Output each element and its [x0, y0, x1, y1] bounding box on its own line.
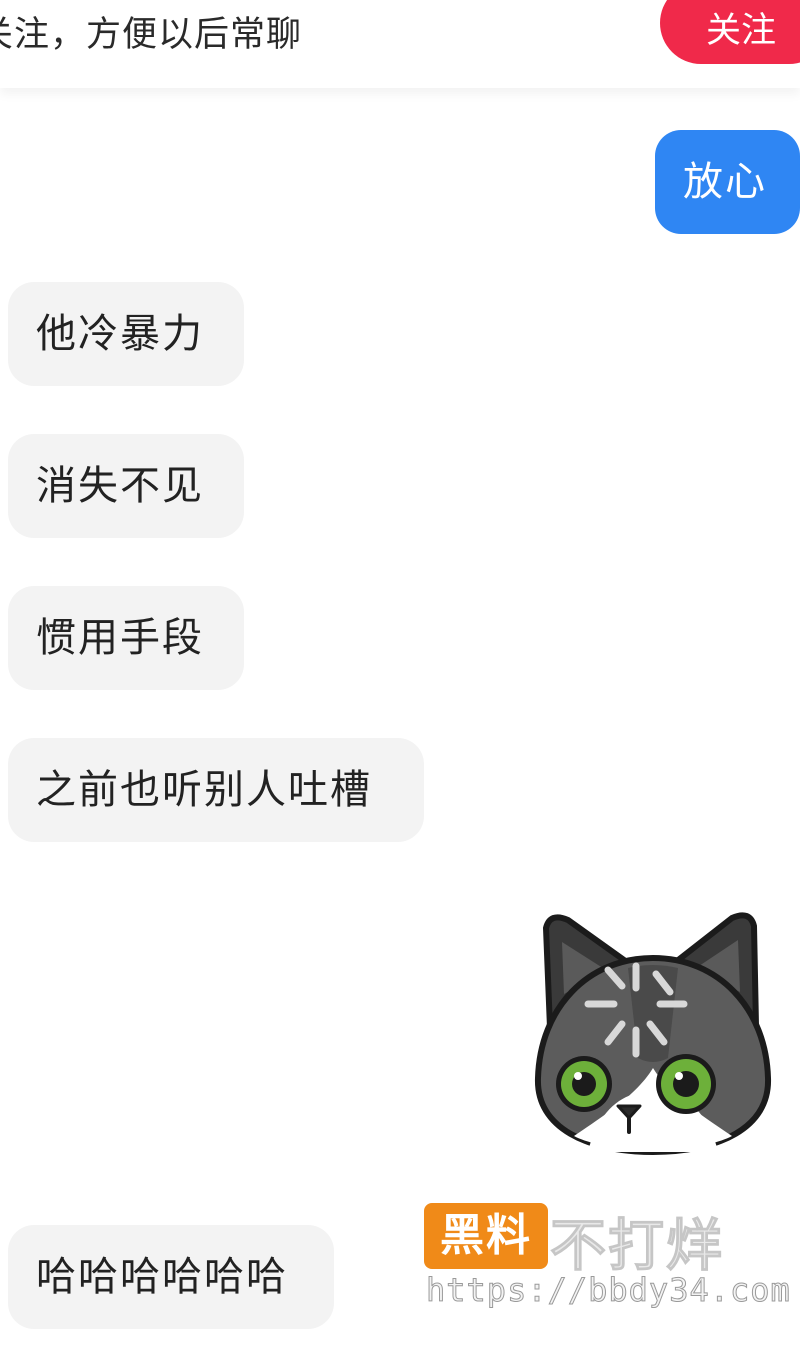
message-bubble-incoming[interactable]: 之前也听别人吐槽	[8, 738, 424, 842]
follow-banner: 关注，方便以后常聊 关注	[0, 0, 800, 88]
message-bubble-incoming[interactable]: 惯用手段	[8, 586, 244, 690]
message-bubble-outgoing[interactable]: 放心	[655, 130, 800, 234]
message-bubble-incoming[interactable]: 他冷暴力	[8, 282, 244, 386]
watermark-url: https://bbdy34.com	[426, 1271, 791, 1310]
cat-sticker-graphic	[534, 912, 772, 1156]
follow-prompt-text: 关注，方便以后常聊	[0, 15, 303, 55]
watermark-title: 不打烊	[550, 1214, 724, 1280]
message-bubble-incoming[interactable]: 哈哈哈哈哈哈	[8, 1225, 334, 1329]
chat-screen: 关注，方便以后常聊 关注 放心 他冷暴力 消失不见 惯用手段 之前也听别人吐槽	[0, 0, 800, 1353]
chat-message-list[interactable]: 放心 他冷暴力 消失不见 惯用手段 之前也听别人吐槽 哈哈哈哈哈哈	[0, 88, 800, 1353]
follow-button[interactable]: 关注	[660, 0, 800, 64]
message-bubble-incoming[interactable]: 消失不见	[8, 434, 244, 538]
watermark: 黑料 不打烊 https://bbdy34.com	[424, 1203, 790, 1323]
watermark-badge: 黑料	[424, 1203, 548, 1269]
cat-sticker-icon[interactable]	[528, 908, 778, 1158]
